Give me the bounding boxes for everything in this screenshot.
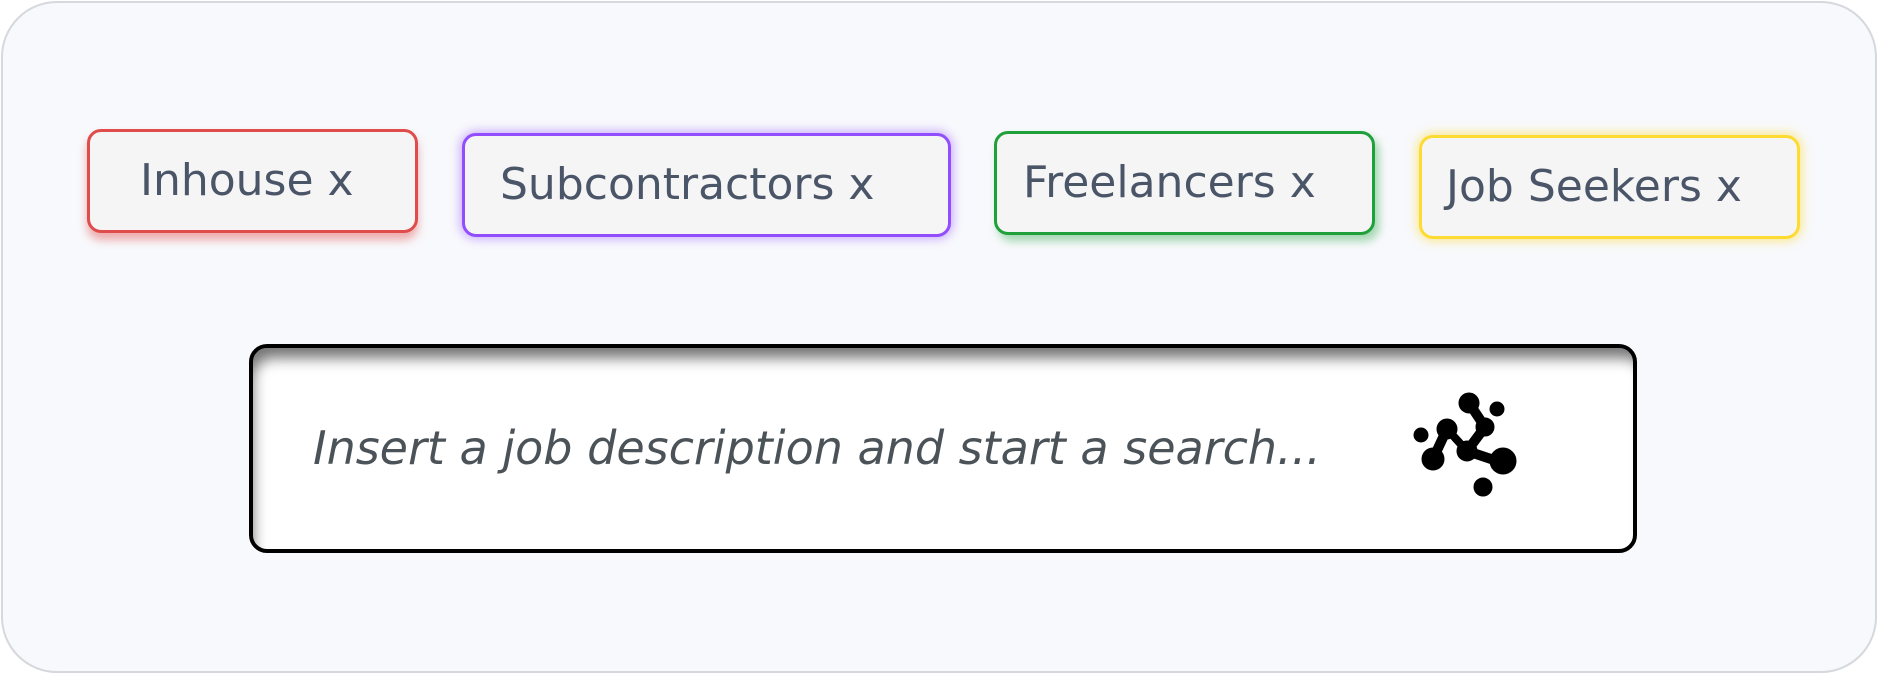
molecule-network-icon[interactable] (1413, 391, 1533, 503)
filter-chip-label: Job Seekers x (1446, 161, 1742, 212)
search-card: Inhouse x Subcontractors x Freelancers x… (1, 1, 1877, 673)
search-input[interactable] (313, 416, 1373, 480)
filter-chip-freelancers[interactable]: Freelancers x (994, 131, 1375, 235)
filter-chip-job-seekers[interactable]: Job Seekers x (1419, 135, 1800, 239)
filter-chip-label: Freelancers x (1023, 157, 1316, 208)
filter-chip-subcontractors[interactable]: Subcontractors x (462, 133, 951, 237)
filter-chip-label: Inhouse x (140, 155, 354, 206)
filter-chip-label: Subcontractors x (500, 159, 875, 210)
filter-chip-inhouse[interactable]: Inhouse x (87, 129, 418, 233)
search-box (249, 344, 1637, 553)
